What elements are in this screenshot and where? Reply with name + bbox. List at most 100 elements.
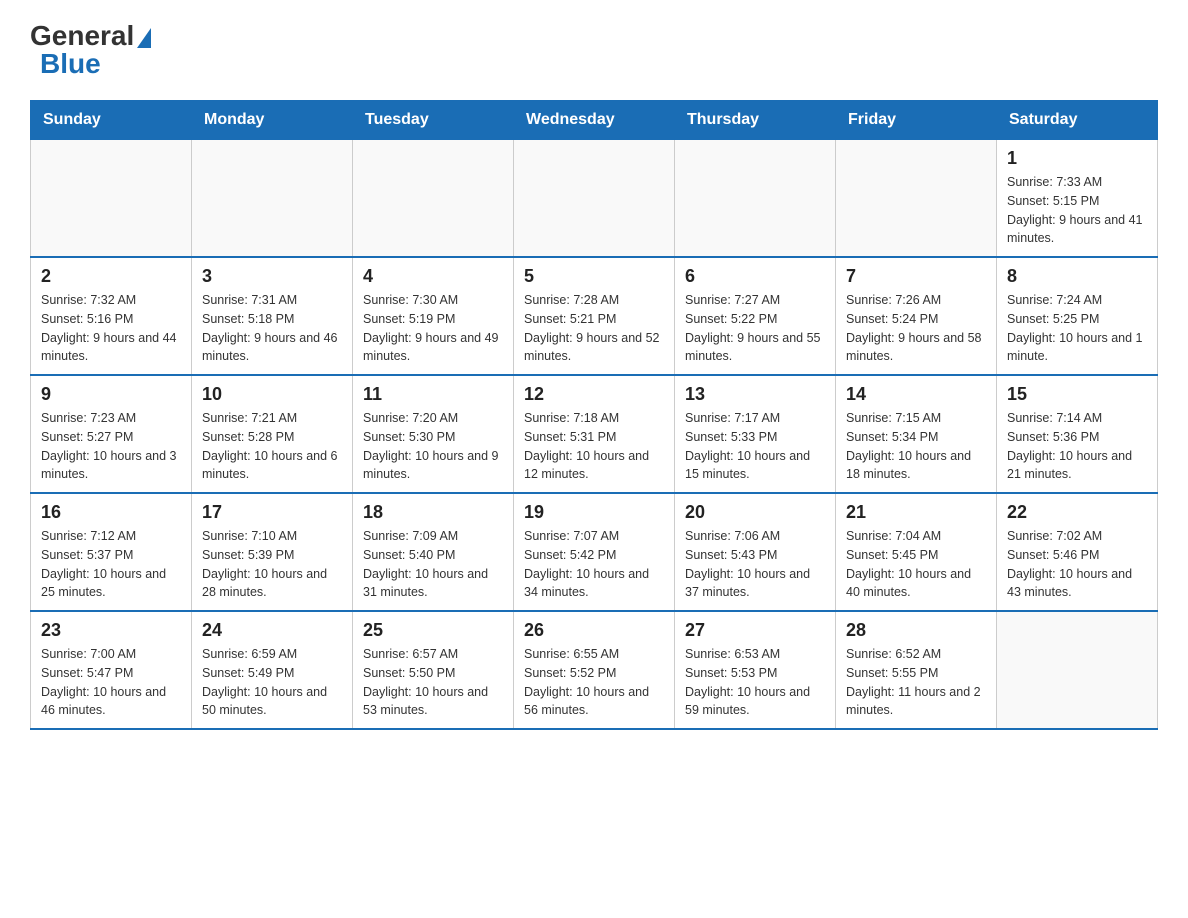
- day-header-saturday: Saturday: [997, 101, 1158, 140]
- calendar-cell: 5 Sunrise: 7:28 AMSunset: 5:21 PMDaylight…: [514, 257, 675, 375]
- day-header-thursday: Thursday: [675, 101, 836, 140]
- day-info: Sunrise: 7:06 AMSunset: 5:43 PMDaylight:…: [685, 527, 825, 602]
- week-row-2: 9 Sunrise: 7:23 AMSunset: 5:27 PMDaylight…: [31, 375, 1158, 493]
- day-info: Sunrise: 7:12 AMSunset: 5:37 PMDaylight:…: [41, 527, 181, 602]
- day-number: 10: [202, 384, 342, 405]
- day-number: 15: [1007, 384, 1147, 405]
- day-info: Sunrise: 7:15 AMSunset: 5:34 PMDaylight:…: [846, 409, 986, 484]
- calendar-cell: 18 Sunrise: 7:09 AMSunset: 5:40 PMDayligh…: [353, 493, 514, 611]
- calendar-cell: 15 Sunrise: 7:14 AMSunset: 5:36 PMDayligh…: [997, 375, 1158, 493]
- day-number: 1: [1007, 148, 1147, 169]
- day-info: Sunrise: 6:52 AMSunset: 5:55 PMDaylight:…: [846, 645, 986, 720]
- logo: General Blue: [30, 20, 151, 80]
- day-number: 9: [41, 384, 181, 405]
- day-info: Sunrise: 7:23 AMSunset: 5:27 PMDaylight:…: [41, 409, 181, 484]
- calendar-cell: 28 Sunrise: 6:52 AMSunset: 5:55 PMDayligh…: [836, 611, 997, 729]
- day-number: 14: [846, 384, 986, 405]
- calendar-cell: [836, 140, 997, 258]
- week-row-4: 23Sunrise: 7:00 AMSunset: 5:47 PMDayligh…: [31, 611, 1158, 729]
- calendar-cell: [353, 140, 514, 258]
- calendar-cell: [31, 140, 192, 258]
- day-info: Sunrise: 7:04 AMSunset: 5:45 PMDaylight:…: [846, 527, 986, 602]
- week-row-3: 16 Sunrise: 7:12 AMSunset: 5:37 PMDayligh…: [31, 493, 1158, 611]
- day-info: Sunrise: 7:02 AMSunset: 5:46 PMDaylight:…: [1007, 527, 1147, 602]
- week-row-1: 2 Sunrise: 7:32 AMSunset: 5:16 PMDaylight…: [31, 257, 1158, 375]
- day-number: 2: [41, 266, 181, 287]
- calendar-table: SundayMondayTuesdayWednesdayThursdayFrid…: [30, 100, 1158, 730]
- calendar-cell: 10 Sunrise: 7:21 AMSunset: 5:28 PMDayligh…: [192, 375, 353, 493]
- day-number: 24: [202, 620, 342, 641]
- calendar-cell: 3 Sunrise: 7:31 AMSunset: 5:18 PMDaylight…: [192, 257, 353, 375]
- day-header-wednesday: Wednesday: [514, 101, 675, 140]
- day-info: Sunrise: 7:31 AMSunset: 5:18 PMDaylight:…: [202, 291, 342, 366]
- day-number: 3: [202, 266, 342, 287]
- calendar-cell: 4Sunrise: 7:30 AMSunset: 5:19 PMDaylight…: [353, 257, 514, 375]
- day-info: Sunrise: 7:07 AMSunset: 5:42 PMDaylight:…: [524, 527, 664, 602]
- day-number: 17: [202, 502, 342, 523]
- calendar-cell: 13 Sunrise: 7:17 AMSunset: 5:33 PMDayligh…: [675, 375, 836, 493]
- day-number: 22: [1007, 502, 1147, 523]
- day-number: 28: [846, 620, 986, 641]
- calendar-cell: [514, 140, 675, 258]
- day-header-monday: Monday: [192, 101, 353, 140]
- day-number: 11: [363, 384, 503, 405]
- calendar-cell: 21 Sunrise: 7:04 AMSunset: 5:45 PMDayligh…: [836, 493, 997, 611]
- calendar-cell: 11 Sunrise: 7:20 AMSunset: 5:30 PMDayligh…: [353, 375, 514, 493]
- day-info: Sunrise: 6:53 AMSunset: 5:53 PMDaylight:…: [685, 645, 825, 720]
- day-number: 6: [685, 266, 825, 287]
- calendar-cell: 9 Sunrise: 7:23 AMSunset: 5:27 PMDaylight…: [31, 375, 192, 493]
- week-row-0: 1 Sunrise: 7:33 AMSunset: 5:15 PMDaylight…: [31, 140, 1158, 258]
- day-number: 16: [41, 502, 181, 523]
- day-info: Sunrise: 6:55 AMSunset: 5:52 PMDaylight:…: [524, 645, 664, 720]
- calendar-cell: 8 Sunrise: 7:24 AMSunset: 5:25 PMDaylight…: [997, 257, 1158, 375]
- logo-blue-text: Blue: [40, 48, 101, 80]
- calendar-cell: [192, 140, 353, 258]
- calendar-cell: 25 Sunrise: 6:57 AMSunset: 5:50 PMDayligh…: [353, 611, 514, 729]
- calendar-cell: 22 Sunrise: 7:02 AMSunset: 5:46 PMDayligh…: [997, 493, 1158, 611]
- page-header: General Blue: [30, 20, 1158, 80]
- day-info: Sunrise: 7:28 AMSunset: 5:21 PMDaylight:…: [524, 291, 664, 366]
- day-number: 25: [363, 620, 503, 641]
- day-info: Sunrise: 6:59 AMSunset: 5:49 PMDaylight:…: [202, 645, 342, 720]
- calendar-cell: 26Sunrise: 6:55 AMSunset: 5:52 PMDayligh…: [514, 611, 675, 729]
- day-info: Sunrise: 7:10 AMSunset: 5:39 PMDaylight:…: [202, 527, 342, 602]
- calendar-cell: 16 Sunrise: 7:12 AMSunset: 5:37 PMDayligh…: [31, 493, 192, 611]
- day-info: Sunrise: 7:18 AMSunset: 5:31 PMDaylight:…: [524, 409, 664, 484]
- day-number: 7: [846, 266, 986, 287]
- day-info: Sunrise: 7:24 AMSunset: 5:25 PMDaylight:…: [1007, 291, 1147, 366]
- day-number: 20: [685, 502, 825, 523]
- day-info: Sunrise: 7:33 AMSunset: 5:15 PMDaylight:…: [1007, 173, 1147, 248]
- day-info: Sunrise: 7:32 AMSunset: 5:16 PMDaylight:…: [41, 291, 181, 366]
- day-info: Sunrise: 7:21 AMSunset: 5:28 PMDaylight:…: [202, 409, 342, 484]
- day-info: Sunrise: 7:30 AMSunset: 5:19 PMDaylight:…: [363, 291, 503, 366]
- day-info: Sunrise: 7:26 AMSunset: 5:24 PMDaylight:…: [846, 291, 986, 366]
- calendar-cell: 17 Sunrise: 7:10 AMSunset: 5:39 PMDayligh…: [192, 493, 353, 611]
- day-info: Sunrise: 7:20 AMSunset: 5:30 PMDaylight:…: [363, 409, 503, 484]
- day-header-tuesday: Tuesday: [353, 101, 514, 140]
- calendar-cell: 7 Sunrise: 7:26 AMSunset: 5:24 PMDaylight…: [836, 257, 997, 375]
- day-number: 23: [41, 620, 181, 641]
- day-info: Sunrise: 7:17 AMSunset: 5:33 PMDaylight:…: [685, 409, 825, 484]
- calendar-cell: 23Sunrise: 7:00 AMSunset: 5:47 PMDayligh…: [31, 611, 192, 729]
- day-number: 13: [685, 384, 825, 405]
- day-number: 18: [363, 502, 503, 523]
- day-header-sunday: Sunday: [31, 101, 192, 140]
- calendar-cell: 12Sunrise: 7:18 AMSunset: 5:31 PMDayligh…: [514, 375, 675, 493]
- day-number: 27: [685, 620, 825, 641]
- day-info: Sunrise: 7:09 AMSunset: 5:40 PMDaylight:…: [363, 527, 503, 602]
- day-number: 5: [524, 266, 664, 287]
- logo-triangle-icon: [137, 28, 151, 48]
- day-info: Sunrise: 6:57 AMSunset: 5:50 PMDaylight:…: [363, 645, 503, 720]
- day-number: 8: [1007, 266, 1147, 287]
- calendar-cell: 19 Sunrise: 7:07 AMSunset: 5:42 PMDayligh…: [514, 493, 675, 611]
- day-number: 19: [524, 502, 664, 523]
- day-info: Sunrise: 7:14 AMSunset: 5:36 PMDaylight:…: [1007, 409, 1147, 484]
- calendar-cell: 20 Sunrise: 7:06 AMSunset: 5:43 PMDayligh…: [675, 493, 836, 611]
- day-header-friday: Friday: [836, 101, 997, 140]
- day-number: 21: [846, 502, 986, 523]
- calendar-cell: 2 Sunrise: 7:32 AMSunset: 5:16 PMDaylight…: [31, 257, 192, 375]
- calendar-cell: 27 Sunrise: 6:53 AMSunset: 5:53 PMDayligh…: [675, 611, 836, 729]
- calendar-cell: 14 Sunrise: 7:15 AMSunset: 5:34 PMDayligh…: [836, 375, 997, 493]
- day-info: Sunrise: 7:27 AMSunset: 5:22 PMDaylight:…: [685, 291, 825, 366]
- calendar-cell: 24 Sunrise: 6:59 AMSunset: 5:49 PMDayligh…: [192, 611, 353, 729]
